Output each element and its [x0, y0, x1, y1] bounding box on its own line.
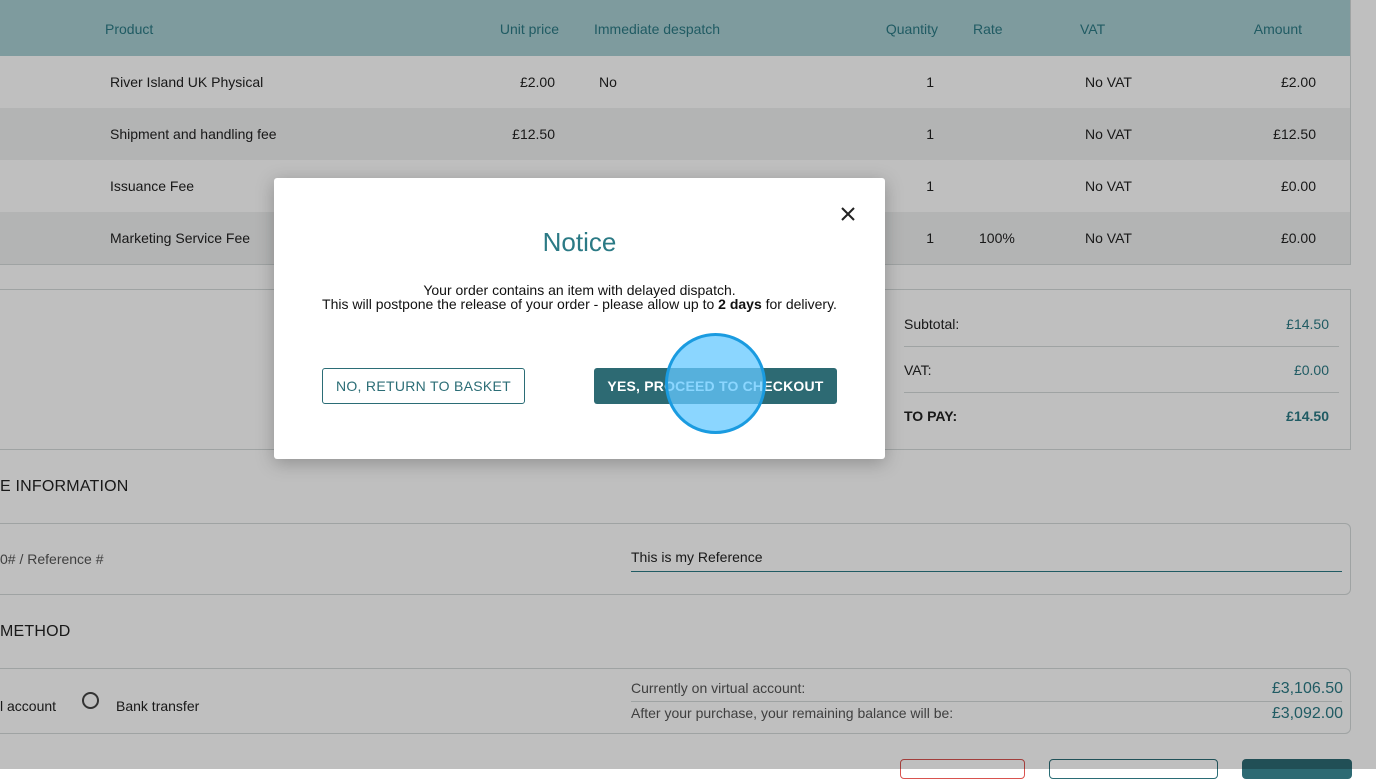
notice-dialog: Notice Your order contains an item with … — [274, 178, 885, 459]
dialog-message: Your order contains an item with delayed… — [274, 283, 885, 311]
dialog-message-line-1: Your order contains an item with delayed… — [423, 282, 736, 298]
delivery-days: 2 days — [718, 296, 762, 312]
dialog-title: Notice — [542, 227, 617, 257]
dialog-message-line-2: This will postpone the release of your o… — [274, 297, 885, 311]
dialog-message-text: This will postpone the release of your o… — [322, 296, 719, 312]
proceed-to-checkout-button[interactable]: YES, PROCEED TO CHECKOUT — [594, 368, 837, 404]
return-to-basket-button[interactable]: NO, RETURN TO BASKET — [322, 368, 525, 404]
dialog-message-text: for delivery. — [761, 296, 837, 312]
close-icon[interactable] — [837, 203, 859, 225]
